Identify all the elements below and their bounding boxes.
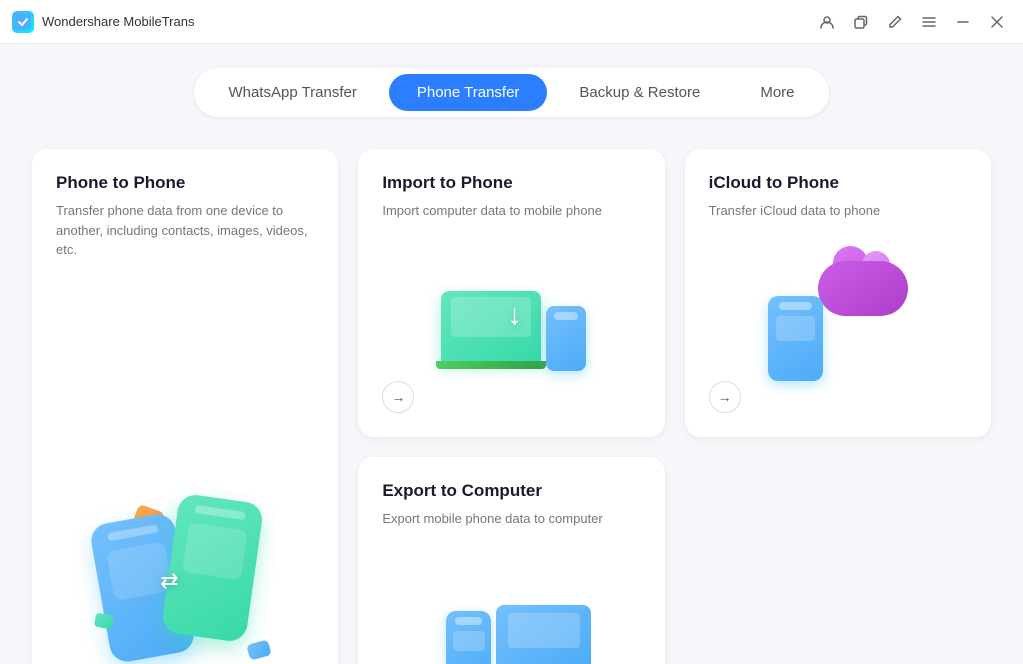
phone-to-phone-desc: Transfer phone data from one device to a… (56, 201, 314, 260)
deco-blue (246, 639, 271, 660)
phone-transfer-arrow: ⇄ (160, 568, 178, 594)
laptop-arrow: ↓ (507, 299, 521, 331)
phone-export (446, 611, 491, 664)
import-to-phone-title: Import to Phone (382, 173, 640, 193)
export-to-computer-card[interactable]: Export to Computer Export mobile phone d… (358, 457, 664, 664)
titlebar: Wondershare MobileTrans (0, 0, 1023, 44)
phone-to-phone-title: Phone to Phone (56, 173, 314, 193)
tab-backup-restore[interactable]: Backup & Restore (551, 74, 728, 111)
titlebar-left: Wondershare MobileTrans (12, 11, 194, 33)
laptop-base (436, 361, 546, 369)
export-to-computer-desc: Export mobile phone data to computer (382, 509, 640, 529)
export-to-computer-title: Export to Computer (382, 481, 640, 501)
nav-tabs: WhatsApp Transfer Phone Transfer Backup … (194, 68, 828, 117)
icloud-to-phone-arrow-btn[interactable]: → (709, 381, 741, 413)
phone-small (546, 306, 586, 371)
icloud-to-phone-card[interactable]: iCloud to Phone Transfer iCloud data to … (685, 149, 991, 437)
icloud-to-phone-desc: Transfer iCloud data to phone (709, 201, 967, 221)
menu-button[interactable] (915, 8, 943, 36)
minimize-button[interactable] (949, 8, 977, 36)
cards-grid: Phone to Phone Transfer phone data from … (32, 149, 991, 664)
phone-to-phone-card[interactable]: Phone to Phone Transfer phone data from … (32, 149, 338, 664)
cloud-arrow: ↓ (864, 316, 873, 337)
app-name: Wondershare MobileTrans (42, 14, 194, 29)
icloud-to-phone-title: iCloud to Phone (709, 173, 967, 193)
edit-button[interactable] (881, 8, 909, 36)
phone-to-phone-illustration: ⇄ (56, 260, 314, 664)
import-to-phone-arrow-btn[interactable]: → (382, 381, 414, 413)
icloud-illustration: ↓ (709, 221, 967, 381)
deco-green (94, 613, 114, 630)
import-illustration: ↓ (382, 221, 640, 381)
main-content: WhatsApp Transfer Phone Transfer Backup … (0, 44, 1023, 664)
import-to-phone-card[interactable]: Import to Phone Import computer data to … (358, 149, 664, 437)
window-button[interactable] (847, 8, 875, 36)
close-button[interactable] (983, 8, 1011, 36)
tab-phone-transfer[interactable]: Phone Transfer (389, 74, 548, 111)
tab-whatsapp-transfer[interactable]: WhatsApp Transfer (200, 74, 384, 111)
phone-icloud (768, 296, 823, 381)
export-illustration: → (382, 528, 640, 664)
cloud-shape: ↓ (818, 261, 908, 316)
tab-more[interactable]: More (732, 74, 822, 111)
import-to-phone-desc: Import computer data to mobile phone (382, 201, 640, 221)
account-button[interactable] (813, 8, 841, 36)
titlebar-controls (813, 8, 1011, 36)
laptop-shape: ↓ (441, 291, 541, 361)
app-icon (12, 11, 34, 33)
laptop-export (496, 605, 591, 664)
